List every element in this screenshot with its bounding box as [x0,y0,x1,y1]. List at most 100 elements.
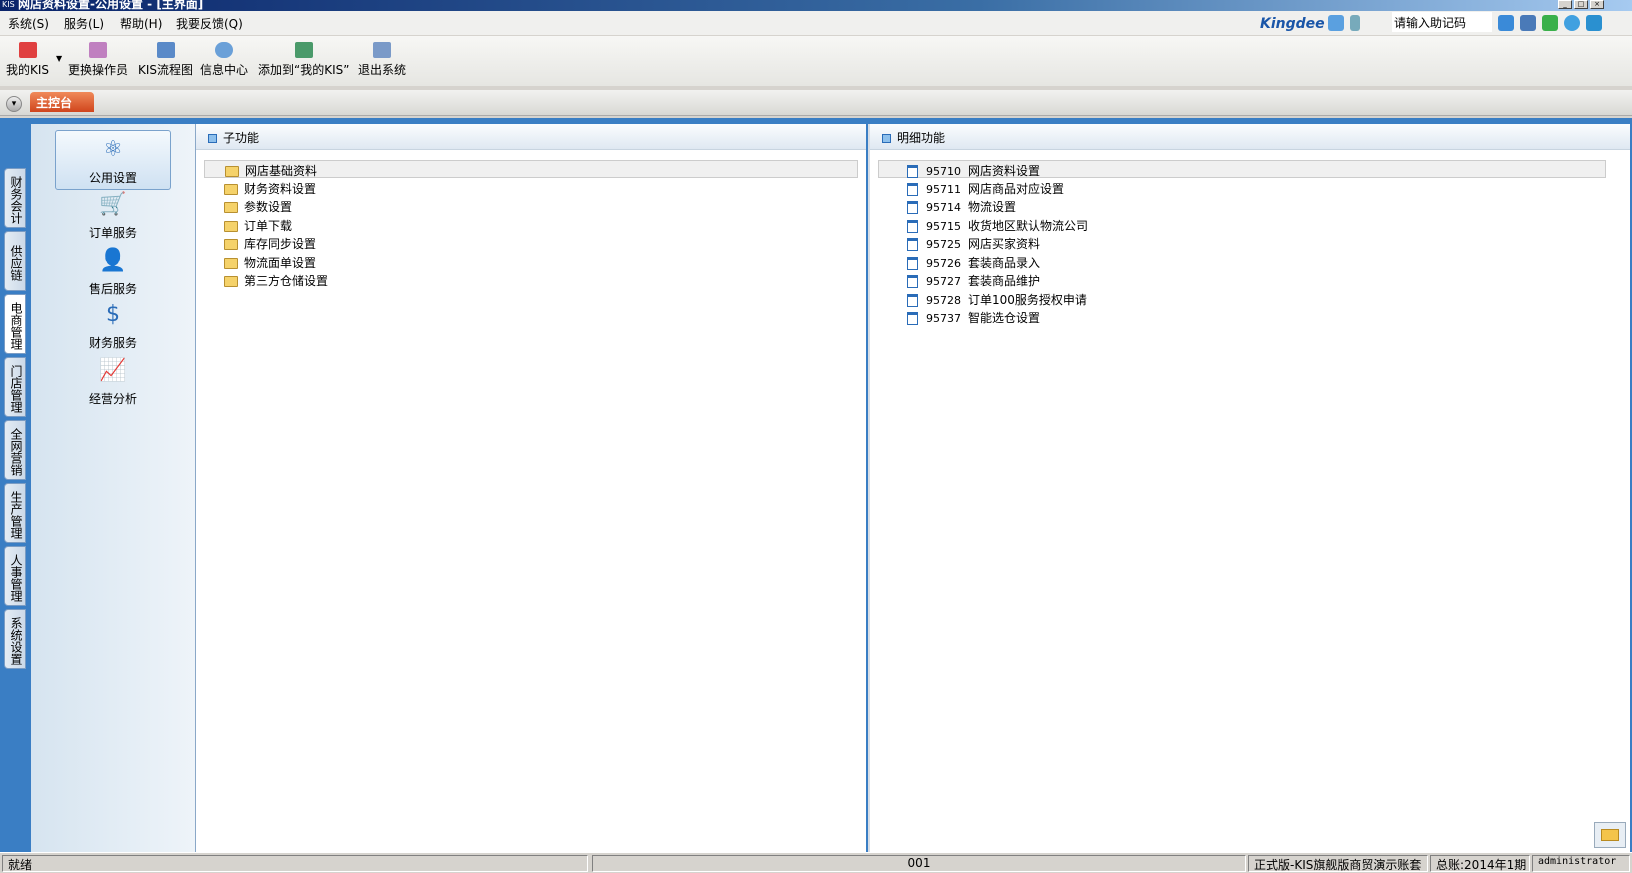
subfunction-item[interactable]: 参数设置 [224,197,292,215]
side-tabs: 财务会计 供应链 电商管理 门店管理 全网营销 生产管理 人事管理 系统设置 [4,168,28,672]
toolbar: 我的KIS ▼ 更换操作员 KIS流程图 信息中心 添加到“我的KIS” 退出系… [0,36,1632,86]
app-logo: KIS [2,0,15,9]
subfunction-item[interactable]: 订单下载 [224,216,292,234]
add-to-my-kis-button[interactable]: 添加到“我的KIS” [258,42,349,78]
subfunction-item[interactable]: 库存同步设置 [224,234,316,252]
detail-item[interactable]: 95737 智能选仓设置 [907,308,1040,326]
atom-icon: ⚛ [103,137,123,162]
side-tab-store[interactable]: 门店管理 [4,357,26,417]
document-icon [907,165,918,178]
folder-open-icon [225,166,239,177]
maximize-button[interactable]: □ [1574,0,1588,9]
detail-pane: 明细功能 95710 网店资料设置 95711 网店商品对应设置 95714 物流设置… [868,124,1630,852]
menu-service[interactable]: 服务(L) [64,15,104,32]
status-ready: 就绪 [2,855,588,872]
document-icon [907,201,918,214]
add-favorite-icon [294,42,313,58]
nav-order-service[interactable]: 🛒 订单服务 [55,186,171,246]
side-tab-supply-chain[interactable]: 供应链 [4,231,26,291]
service-icon[interactable] [1328,15,1344,31]
document-icon [907,220,918,233]
detail-item[interactable]: 95714 物流设置 [907,197,1016,215]
forum-icon[interactable] [1520,15,1536,31]
menu-feedback[interactable]: 我要反馈(Q) [176,15,243,32]
minimize-button[interactable]: _ [1558,0,1572,9]
detail-item[interactable]: 95711 网店商品对应设置 [907,179,1064,197]
subfunction-item[interactable]: 网店基础资料 [204,160,858,178]
subfunction-pane: 子功能 网店基础资料 财务资料设置 参数设置 订单下载 库存同步设置 物流面单设… [196,124,866,852]
envelope-icon [1601,829,1619,841]
side-tab-hr[interactable]: 人事管理 [4,546,26,606]
window-title: 网店资料设置-公用设置 - [主界面] [18,0,204,11]
support-icon: 👤 [99,248,127,273]
tab-strip: ▾ 主控台 [0,90,1632,116]
status-bar: 就绪 001 正式版-KIS旗舰版商贸演示账套 总账:2014年1期 admin… [0,852,1632,873]
info-center-button[interactable]: 信息中心 [200,42,248,78]
chat-icon [215,42,233,58]
detail-item[interactable]: 95726 套装商品录入 [907,253,1040,271]
tab-menu-button[interactable]: ▾ [6,96,22,112]
kis-flowchart-button[interactable]: KIS流程图 [138,42,193,78]
side-tab-finance[interactable]: 财务会计 [4,168,26,228]
tab-main-console[interactable]: 主控台 [30,92,94,112]
side-tab-system[interactable]: 系统设置 [4,609,26,669]
go-icon[interactable] [1498,15,1514,31]
side-tab-production[interactable]: 生产管理 [4,483,26,543]
folder-icon [224,239,238,250]
nav-finance-service[interactable]: $ 财务服务 [55,296,171,356]
mobile-icon[interactable] [1350,15,1360,31]
folder-icon [224,258,238,269]
subfunction-item[interactable]: 财务资料设置 [224,179,316,197]
menu-help[interactable]: 帮助(H) [120,15,162,32]
module-nav: ⚛ 公用设置 🛒 订单服务 👤 售后服务 $ 财务服务 📈 经营分析 [31,124,196,852]
help-search-input[interactable]: 请输入助记码 [1392,12,1492,32]
cart-dollar-icon: $ [106,302,120,327]
cart-icon: 🛒 [99,192,127,217]
message-icon[interactable] [1542,15,1558,31]
title-bar: KIS 网店资料设置-公用设置 - [主界面] _ □ × [0,0,1632,11]
close-button[interactable]: × [1590,0,1604,9]
cloud-icon[interactable] [1564,15,1580,31]
folder-icon [224,202,238,213]
star-icon [18,42,37,58]
menu-bar: 系统(S) 服务(L) 帮助(H) 我要反馈(Q) [0,11,1632,35]
menu-system[interactable]: 系统(S) [8,15,49,32]
folder-icon [224,276,238,287]
mail-button[interactable] [1594,822,1626,848]
nav-common-settings[interactable]: ⚛ 公用设置 [55,130,171,190]
detail-header: 明细功能 [870,124,1630,150]
side-tab-ecommerce[interactable]: 电商管理 [4,294,26,354]
document-icon [907,312,918,325]
status-code: 001 [592,855,1246,872]
document-icon [907,238,918,251]
subfunction-header: 子功能 [196,124,866,150]
document-icon [907,257,918,270]
folder-icon [224,221,238,232]
document-icon [907,275,918,288]
side-tab-marketing[interactable]: 全网营销 [4,420,26,480]
detail-item[interactable]: 95710 网店资料设置 [878,160,1606,178]
document-icon [907,183,918,196]
subfunction-item[interactable]: 第三方仓储设置 [224,271,328,289]
online-help-icon[interactable] [1586,15,1602,31]
brand-logo: Kingdee [1260,16,1325,32]
chart-icon: 📈 [99,358,127,383]
header-bullet-icon [208,134,217,143]
status-user: administrator [1532,855,1630,872]
detail-item[interactable]: 95715 收货地区默认物流公司 [907,216,1088,234]
status-edition: 正式版-KIS旗舰版商贸演示账套 [1248,855,1428,872]
subfunction-item[interactable]: 物流面单设置 [224,253,316,271]
detail-item[interactable]: 95727 套装商品维护 [907,271,1040,289]
folder-icon [224,184,238,195]
chevron-down-icon[interactable]: ▼ [56,54,62,63]
detail-item[interactable]: 95725 网店买家资料 [907,234,1040,252]
flowchart-icon [156,42,175,58]
change-operator-button[interactable]: 更换操作员 [68,42,128,78]
document-icon [907,294,918,307]
detail-item[interactable]: 95728 订单100服务授权申请 [907,290,1087,308]
my-kis-button[interactable]: 我的KIS [6,42,49,78]
nav-after-sales[interactable]: 👤 售后服务 [55,242,171,302]
exit-system-button[interactable]: 退出系统 [358,42,406,78]
users-icon [89,42,107,58]
nav-business-analysis[interactable]: 📈 经营分析 [55,352,171,412]
